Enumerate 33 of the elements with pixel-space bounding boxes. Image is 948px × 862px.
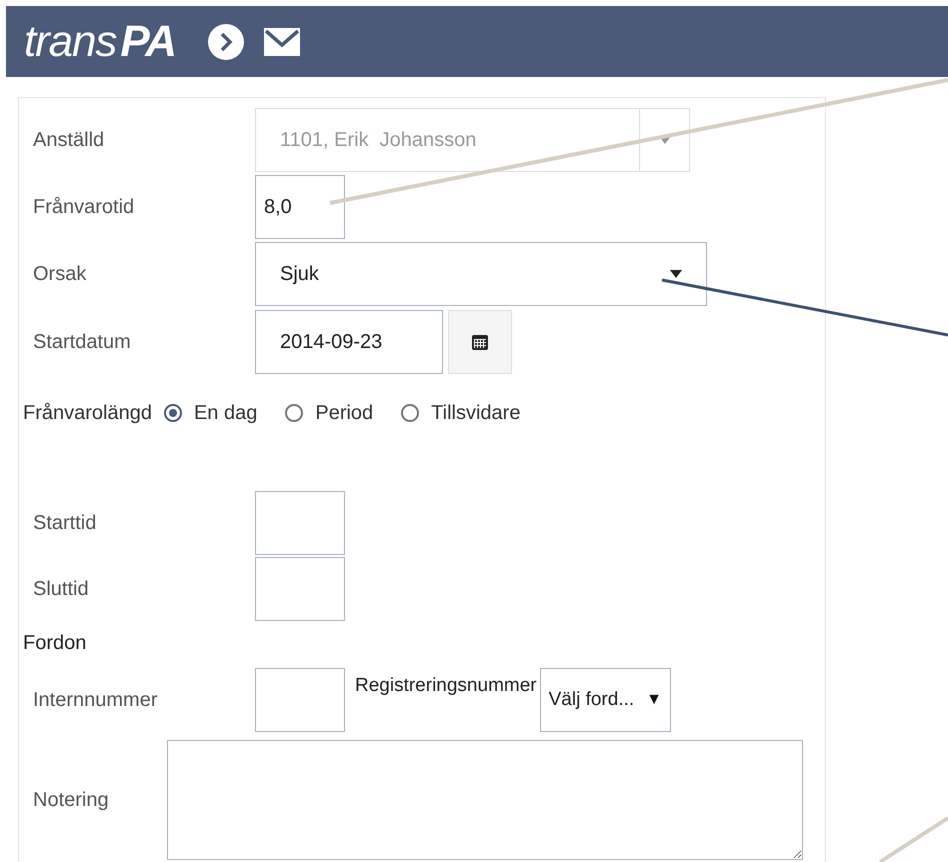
field-value: Välj ford... xyxy=(548,688,634,712)
field-label: Registreringsnummer xyxy=(355,674,537,698)
field-value: Sjuk xyxy=(279,262,320,287)
field-label: Starttid xyxy=(33,511,98,536)
field-label: Anställd xyxy=(33,128,106,153)
dropdown-arrow-icon xyxy=(670,270,682,278)
field-label: Startdatum xyxy=(33,330,132,355)
dropdown-field[interactable]: Sjuk xyxy=(255,242,707,306)
text-field[interactable] xyxy=(255,668,345,732)
field-label: Notering xyxy=(33,788,110,813)
logo[interactable]: transPA xyxy=(24,20,176,64)
date-field[interactable]: 2014-09-23 xyxy=(255,310,443,374)
field-value: 1101, Erik Johansson xyxy=(279,128,478,153)
calendar-icon xyxy=(471,333,489,351)
radio-option[interactable]: Tillsvidare xyxy=(401,398,520,428)
calendar-button[interactable] xyxy=(448,310,512,374)
text-field[interactable] xyxy=(255,557,345,621)
field-label: Sluttid xyxy=(33,577,90,602)
mail-icon[interactable] xyxy=(264,28,300,56)
arrow-circle-icon[interactable] xyxy=(208,24,244,60)
dropdown-arrow-icon: ▼ xyxy=(646,688,662,712)
text-field[interactable] xyxy=(255,491,345,555)
field-label: Internnummer xyxy=(33,688,158,713)
leader-line xyxy=(878,816,948,862)
dropdown-arrow-icon xyxy=(658,136,670,144)
dropdown-field[interactable]: Välj ford... ▼ xyxy=(540,668,672,732)
radio-option[interactable]: Period xyxy=(285,398,374,428)
text-field[interactable]: 8,0 xyxy=(255,175,345,239)
field-label: Frånvarolängd xyxy=(23,401,152,426)
radio-option[interactable]: En dag xyxy=(164,398,258,428)
field-label: Orsak xyxy=(33,262,88,287)
section-heading: Fordon xyxy=(23,631,86,656)
field-label: Frånvarotid xyxy=(33,195,136,220)
